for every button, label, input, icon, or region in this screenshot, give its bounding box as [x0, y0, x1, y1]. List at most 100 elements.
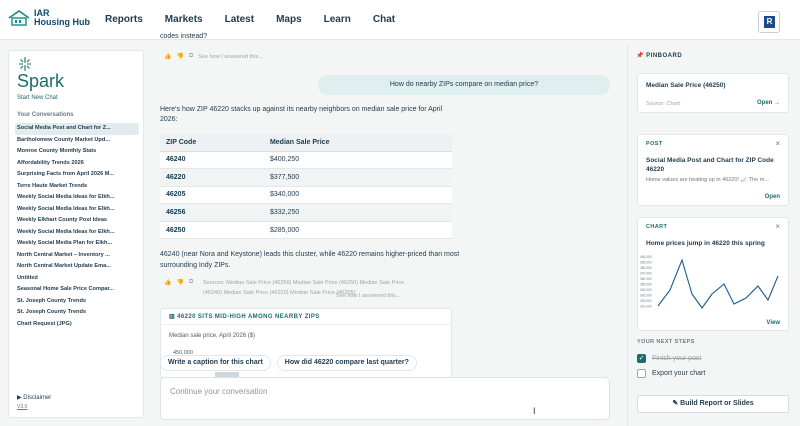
ytick: 320,000: [640, 299, 652, 303]
zip-cell: 46256: [160, 203, 264, 222]
conversation-item[interactable]: Untitled: [15, 273, 139, 285]
source-link[interactable]: Median Sale Price (46256): [226, 280, 291, 286]
conversation-list: Social Media Post and Chart for Z... Bar…: [15, 123, 139, 330]
ytick: 340,000: [640, 288, 652, 292]
suggestion-chip[interactable]: How did 46220 compare last quarter?: [276, 355, 417, 371]
zip-price-table: ZIP Code Median Sale Price 46240 $400,250…: [160, 134, 452, 240]
realtor-logo[interactable]: R: [758, 11, 780, 33]
feedback-row: 👍 👎 ⧉: [164, 279, 193, 286]
conversation-item[interactable]: Monroe County Monthly Stats: [15, 146, 139, 158]
chat-input-box[interactable]: I: [160, 377, 610, 420]
chat-main: codes instead? 👍 👎 ⧉ See how I answered …: [152, 30, 620, 426]
version-link[interactable]: V3.0: [17, 404, 27, 410]
suggestion-chips: Write a caption for this chart How did 4…: [160, 355, 417, 371]
ytick: 390,000: [640, 261, 652, 265]
pin-card-tag: POST: [646, 141, 663, 147]
disclaimer-label: Disclaimer: [23, 395, 52, 401]
conversation-item[interactable]: Weekly Social Media Ideas for Elkh...: [15, 192, 139, 204]
pin-card-preview: Home values are heating up in 46220! 📈 T…: [646, 177, 769, 183]
table-row: 46250 $285,000: [160, 221, 452, 240]
pin-card-tag: CHART: [646, 224, 668, 230]
conversation-item[interactable]: Bartholomew County Market Upd...: [15, 135, 139, 147]
pinboard-header: 📌 PINBOARD: [636, 52, 682, 59]
build-report-button[interactable]: ✎ Build Report or Slides: [637, 395, 789, 413]
table-row: 46240 $400,250: [160, 151, 452, 170]
nav-chat[interactable]: Chat: [373, 14, 395, 25]
price-cell: $285,000: [263, 221, 452, 240]
suggestion-chip[interactable]: Write a caption for this chart: [160, 355, 271, 371]
house-logo-icon: [8, 10, 30, 26]
nav-reports[interactable]: Reports: [105, 14, 143, 25]
next-step-label: Export your chart: [652, 370, 706, 377]
pin-card-source: Source: Chart: [646, 101, 680, 107]
nav-markets[interactable]: Markets: [165, 14, 203, 25]
conversation-item[interactable]: Weekly Social Media Ideas for Elkh...: [15, 204, 139, 216]
open-button[interactable]: Open →: [757, 100, 780, 106]
table-header: ZIP Code: [160, 134, 264, 152]
ytick: 370,000: [640, 272, 652, 276]
close-icon[interactable]: ×: [775, 222, 780, 231]
copy-icon[interactable]: ⧉: [189, 53, 193, 60]
pin-icon: 📌: [636, 53, 644, 59]
nav-maps[interactable]: Maps: [276, 14, 302, 25]
pin-card-chart[interactable]: CHART × Home prices jump in 46220 this s…: [637, 217, 789, 331]
see-how-link[interactable]: See how I answered this...: [198, 54, 263, 60]
previous-message-tail: codes instead?: [160, 33, 208, 40]
pin-card-post[interactable]: POST × Social Media Post and Chart for Z…: [637, 134, 789, 206]
thumbs-down-icon[interactable]: 👎: [176, 279, 183, 286]
conversation-item[interactable]: Terre Haute Market Trends: [15, 181, 139, 193]
source-link[interactable]: Median Sale Price (46250): [293, 280, 358, 286]
next-step-item[interactable]: Export your chart: [637, 369, 705, 378]
conversation-item[interactable]: Weekly Elkhart County Post Ideas: [15, 215, 139, 227]
thumbs-up-icon[interactable]: 👍: [164, 279, 171, 286]
conversation-item[interactable]: St. Joseph County Trends: [15, 307, 139, 319]
spark-icon: [19, 57, 31, 71]
conversation-item[interactable]: Social Media Post and Chart for Z...: [15, 123, 139, 135]
conversation-item[interactable]: Chart Request (JPG): [15, 319, 139, 331]
conversation-item[interactable]: Surprising Facts from April 2026 M...: [15, 169, 139, 181]
iar-logo[interactable]: IAR Housing Hub: [8, 9, 90, 27]
conversation-item[interactable]: Affordability Trends 2026: [15, 158, 139, 170]
view-button[interactable]: View: [766, 320, 780, 326]
nav-latest[interactable]: Latest: [225, 14, 254, 25]
conversation-item[interactable]: Weekly Social Media Plan for Elkh...: [15, 238, 139, 250]
open-button[interactable]: Open: [765, 194, 780, 200]
chart-card-title: 46220 SITS MID-HIGH AMONG NEARBY ZIPS: [177, 314, 320, 320]
conversation-item[interactable]: North Central Market – Inventory ...: [15, 250, 139, 262]
table-row: 46256 $332,250: [160, 203, 452, 222]
conversation-item[interactable]: Seasonal Home Sale Price Compar...: [15, 284, 139, 296]
see-how-link[interactable]: See how I answered this...: [336, 293, 401, 299]
table-header: Median Sale Price: [263, 134, 452, 152]
ytick: 330,000: [640, 294, 652, 298]
zip-cell: 46220: [160, 168, 264, 187]
copy-icon[interactable]: ⧉: [189, 279, 193, 286]
chat-input[interactable]: [170, 387, 570, 396]
ytick: 310,000: [640, 305, 652, 309]
price-cell: $377,500: [263, 168, 452, 187]
next-step-item[interactable]: ✓ Finish your post: [637, 354, 701, 363]
close-icon[interactable]: ×: [775, 139, 780, 148]
thumbs-up-icon[interactable]: 👍: [164, 53, 171, 60]
source-link[interactable]: Median Sale Price (46220): [224, 290, 289, 296]
nav-learn[interactable]: Learn: [324, 14, 351, 25]
pin-card-median[interactable]: Median Sale Price (46250) Source: Chart …: [637, 73, 789, 113]
conversation-item[interactable]: North Central Market Update Ema...: [15, 261, 139, 273]
disclaimer-toggle[interactable]: ▶ Disclaimer: [17, 394, 51, 401]
ytick: 400,000: [640, 255, 652, 259]
pin-card-title: Social Media Post and Chart for ZIP Code…: [646, 157, 774, 173]
main-nav: Reports Markets Latest Maps Learn Chat: [105, 14, 417, 25]
next-step-label: Finish your post: [652, 355, 702, 362]
sources-label: Sources:: [203, 280, 225, 286]
price-cell: $332,250: [263, 203, 452, 222]
checkbox-icon[interactable]: [637, 369, 646, 378]
start-new-chat-link[interactable]: Start New Chat: [17, 95, 58, 101]
conversation-item[interactable]: Weekly Social Media Ideas for Elkh...: [15, 227, 139, 239]
thumbs-down-icon[interactable]: 👎: [176, 53, 183, 60]
pin-card-title: Median Sale Price (46250): [646, 82, 726, 89]
chart-card-header: ▥ 46220 SITS MID-HIGH AMONG NEARBY ZIPS: [161, 309, 451, 325]
conversation-item[interactable]: St. Joseph County Trends: [15, 296, 139, 308]
checkbox-checked-icon[interactable]: ✓: [637, 354, 646, 363]
pinboard-title: PINBOARD: [646, 53, 683, 59]
realtor-r-icon: R: [764, 16, 775, 28]
zip-cell: 46205: [160, 186, 264, 205]
